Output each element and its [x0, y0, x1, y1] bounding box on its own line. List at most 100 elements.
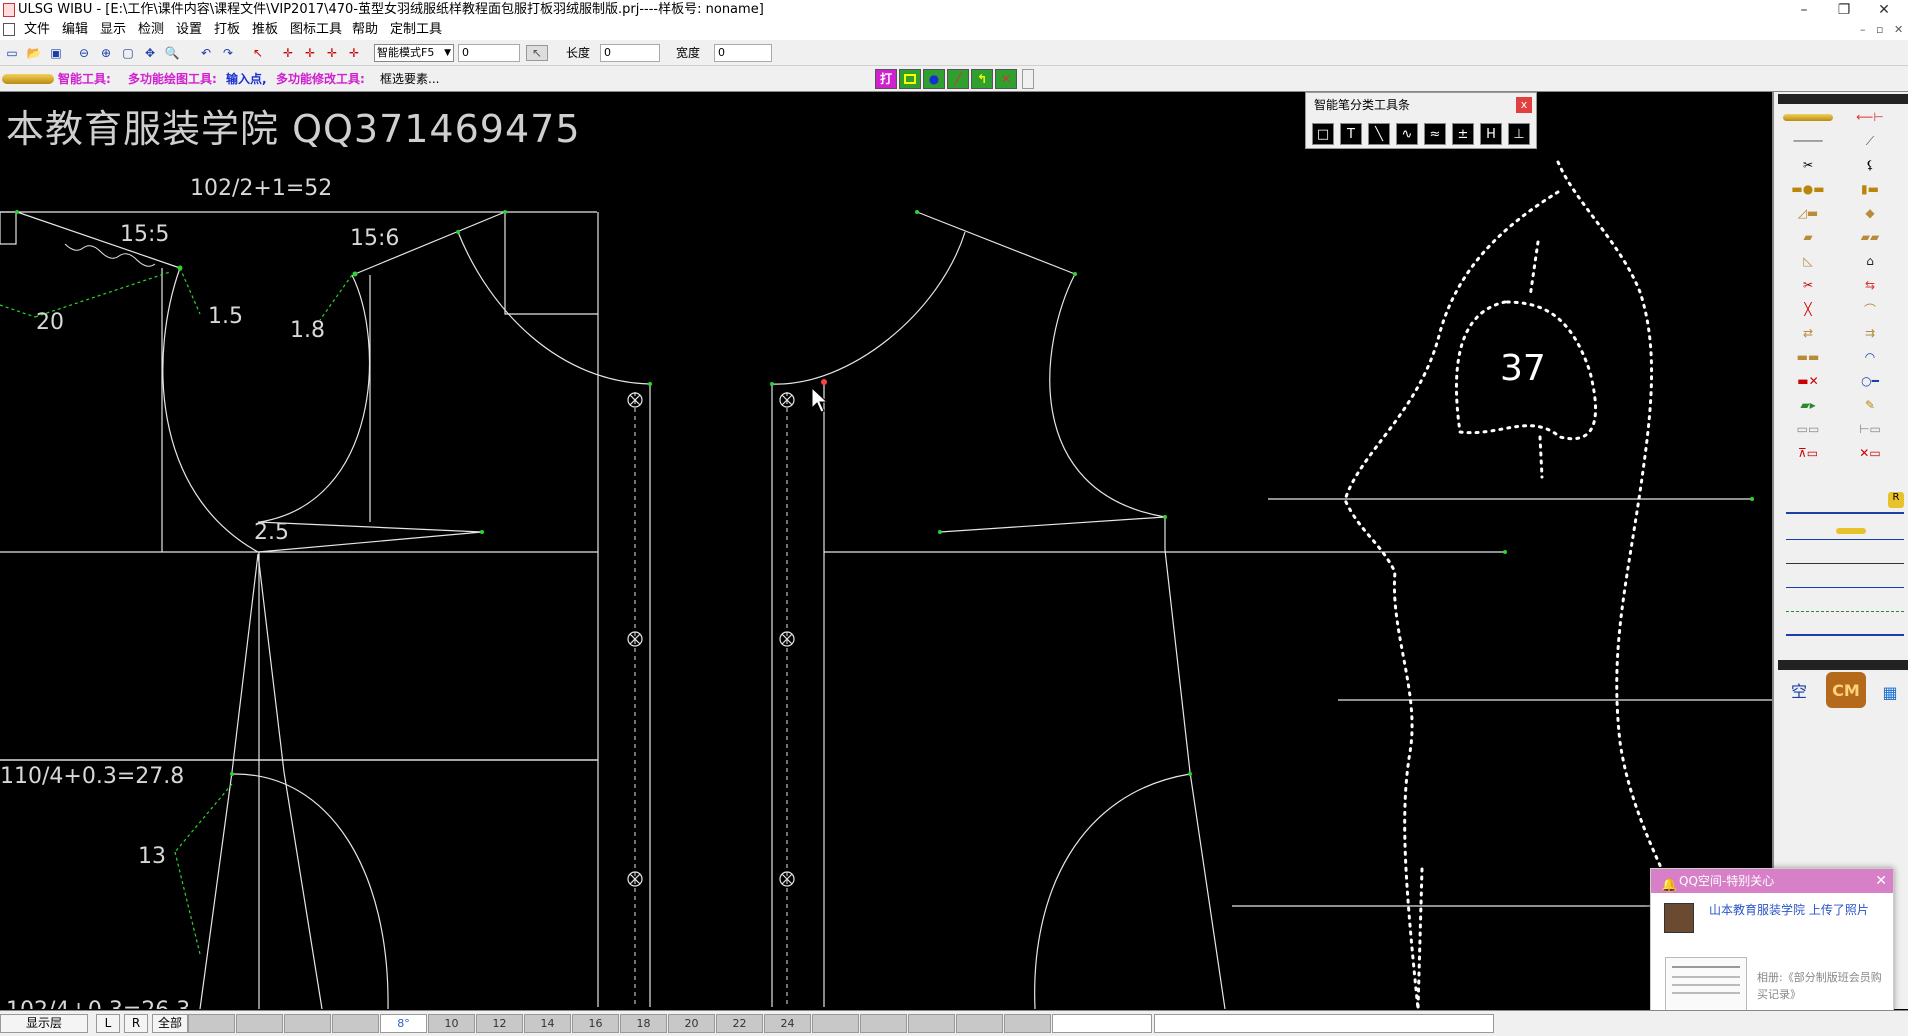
notch-tool-icon[interactable]: ⊼▭ [1780, 444, 1836, 462]
size-cell[interactable]: 22 [716, 1014, 763, 1033]
new-file-icon[interactable]: ▭ [4, 45, 20, 61]
pan-icon[interactable]: ✥ [142, 45, 158, 61]
smart-pen-tool-icon[interactable] [1780, 108, 1836, 126]
point-tool-4-icon[interactable]: ✛ [346, 45, 362, 61]
arc-ruler-icon[interactable] [1786, 546, 1904, 564]
cut-tool-icon[interactable]: ✂ [1780, 276, 1836, 294]
menu-view[interactable]: 显示 [98, 20, 128, 40]
open-folder-icon[interactable]: 📂 [26, 45, 42, 61]
arc-tool-icon[interactable]: ⌒ [1842, 300, 1898, 318]
menu-custom-tools[interactable]: 定制工具 [388, 20, 444, 40]
delete-piece-icon[interactable]: ▬✕ [1780, 372, 1836, 390]
menu-file[interactable]: 文件 [22, 20, 52, 40]
split-tool-icon[interactable]: ⇆ [1842, 276, 1898, 294]
mark-tool-icon[interactable]: ╳ [1780, 300, 1836, 318]
avatar[interactable] [1664, 903, 1694, 933]
pin-tool-icon[interactable]: ○━ [1842, 372, 1898, 390]
scissors-tool-icon[interactable]: ✂ [1780, 156, 1836, 174]
undo-icon[interactable]: ↶ [198, 45, 214, 61]
size-cell[interactable] [1004, 1014, 1051, 1033]
rectangle-tool-icon[interactable]: □ [1312, 123, 1334, 145]
restore-button[interactable]: ❐ [1824, 0, 1864, 20]
line-mode-icon[interactable]: ╱ [947, 69, 969, 89]
child-restore-button[interactable]: ▫ [1876, 20, 1883, 40]
arrow-mode-icon[interactable]: ↰ [971, 69, 993, 89]
curve-tool-icon[interactable]: ∿ [1396, 123, 1418, 145]
diamond-tool-icon[interactable]: ◆ [1842, 204, 1898, 222]
sleeve-tool-icon[interactable]: ◠ [1842, 348, 1898, 366]
drawing-canvas[interactable]: 本教育服装学院 QQ371469475 102/2+1=52 15:5 15:6… [0, 92, 1772, 1009]
point-tool-2-icon[interactable]: ✛ [302, 45, 318, 61]
size-cell[interactable]: 16 [572, 1014, 619, 1033]
perpendicular-tool-icon[interactable]: ⊥ [1508, 123, 1530, 145]
zoom-region-icon[interactable]: 🔍 [164, 45, 180, 61]
all-button[interactable]: 全部 [152, 1014, 188, 1033]
menu-grading[interactable]: 推板 [250, 20, 280, 40]
size-cell[interactable]: 12 [476, 1014, 523, 1033]
pointer-mode-icon[interactable]: ↖ [526, 45, 548, 61]
right-button[interactable]: R [124, 1014, 148, 1033]
size-cell-active[interactable]: 8° [380, 1014, 427, 1033]
size-cell[interactable] [956, 1014, 1003, 1033]
curve-tool-long-icon[interactable] [1786, 618, 1904, 636]
cross-mode-icon[interactable]: ✕ [995, 69, 1017, 89]
grade-ruler-icon[interactable] [1786, 570, 1904, 588]
delete-select-icon[interactable]: ↖ [250, 45, 266, 61]
smart-pen-toolbar-close[interactable]: x [1516, 97, 1532, 113]
size-cell[interactable] [236, 1014, 283, 1033]
zoom-out-icon[interactable]: ⊖ [76, 45, 92, 61]
size-cell[interactable]: 18 [620, 1014, 667, 1033]
print-mode-button[interactable]: 打 [875, 69, 897, 89]
ruler-tool-2-icon[interactable]: ▮▬ [1842, 180, 1898, 198]
menu-settings[interactable]: 设置 [174, 20, 204, 40]
dash-ruler-icon[interactable] [1786, 594, 1904, 612]
offset-tool-icon[interactable]: ± [1452, 123, 1474, 145]
wave-tool-icon[interactable]: ≈ [1424, 123, 1446, 145]
length-input[interactable]: 0 [600, 44, 660, 62]
cm-button[interactable]: CM [1826, 672, 1866, 708]
smart-pen-toolbar[interactable]: 智能笔分类工具条 x □ T ╲ ∿ ≈ ± H ⊥ [1305, 92, 1537, 149]
size-cell[interactable] [908, 1014, 955, 1033]
remove-notch-icon[interactable]: ✕▭ [1842, 444, 1898, 462]
mode-select[interactable]: 智能模式F5 ▼ [374, 44, 454, 62]
label-tool-icon[interactable]: ▰▸ [1780, 396, 1836, 414]
layer-button[interactable]: 显示层 [0, 1014, 88, 1033]
text-tool-icon[interactable]: T [1340, 123, 1362, 145]
arrow-tool-icon[interactable]: ⟵⊢ [1842, 108, 1898, 126]
point-tool-3-icon[interactable]: ✛ [324, 45, 340, 61]
size-cell[interactable]: 20 [668, 1014, 715, 1033]
qq-message-link[interactable]: 山本教育服装学院 上传了照片 [1709, 901, 1887, 919]
minimize-button[interactable]: – [1784, 0, 1824, 20]
size-cell[interactable]: 14 [524, 1014, 571, 1033]
pleat-tool-icon[interactable]: ▰▰ [1842, 228, 1898, 246]
compass-tool-icon[interactable]: ⚸ [1842, 156, 1898, 174]
menu-help[interactable]: 帮助 [350, 20, 380, 40]
close-button[interactable]: ✕ [1864, 0, 1904, 20]
measure-ruler-icon[interactable]: R [1786, 492, 1904, 514]
h-tool-icon[interactable]: H [1480, 123, 1502, 145]
expand-tool-icon[interactable]: ⇉ [1842, 324, 1898, 342]
size-cell[interactable]: 10 [428, 1014, 475, 1033]
menu-check[interactable]: 检测 [136, 20, 166, 40]
seam-tool-icon[interactable]: ▭▭ [1780, 420, 1836, 438]
zoom-in-icon[interactable]: ⊕ [98, 45, 114, 61]
size-cell[interactable] [860, 1014, 907, 1033]
fit-window-icon[interactable]: ▢ [120, 45, 136, 61]
qq-close-button[interactable]: ✕ [1875, 869, 1887, 893]
menu-icon-tools[interactable]: 图标工具 [288, 20, 344, 40]
block-tool-icon[interactable]: ▬▬ [1780, 348, 1836, 366]
empty-button[interactable]: 空 [1788, 677, 1810, 703]
child-close-button[interactable]: ✕ [1894, 20, 1903, 40]
line-tool-icon[interactable]: ╲ [1368, 123, 1390, 145]
size-cell[interactable] [332, 1014, 379, 1033]
child-minimize-button[interactable]: – [1860, 20, 1866, 40]
menu-edit[interactable]: 编辑 [60, 20, 90, 40]
save-icon[interactable]: ▣ [48, 45, 64, 61]
slash-tool-icon[interactable]: ▰ [1780, 228, 1836, 246]
ruler-tool-icon[interactable]: ▬●▬ [1780, 180, 1836, 198]
size-cell[interactable]: 24 [764, 1014, 811, 1033]
seam-tool-2-icon[interactable]: ⊢▭ [1842, 420, 1898, 438]
size-cell[interactable] [812, 1014, 859, 1033]
panel-tool-icon[interactable]: ◿▬ [1780, 204, 1836, 222]
size-cell[interactable] [284, 1014, 331, 1033]
